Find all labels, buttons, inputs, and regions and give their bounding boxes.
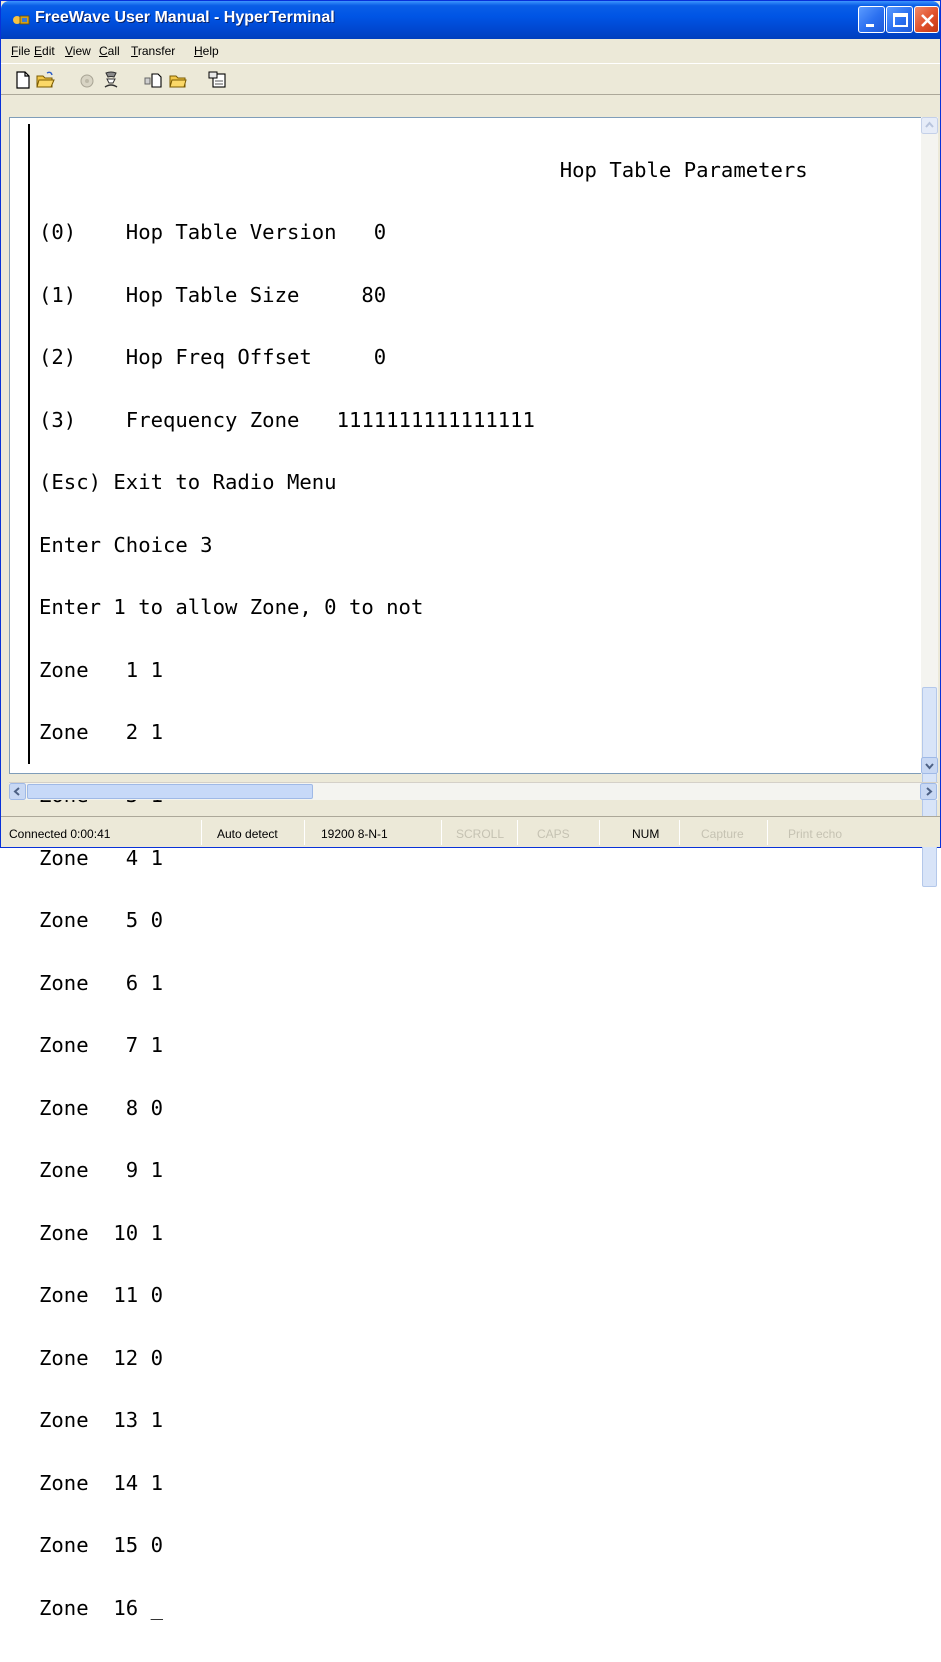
status-num: NUM	[632, 827, 660, 841]
menu-file-label: ile	[18, 44, 31, 58]
menu-call-label: all	[107, 44, 120, 58]
terminal-line: Zone 12 0	[39, 1345, 163, 1370]
dial-icon[interactable]	[101, 70, 121, 90]
menu-transfer-accel: T	[131, 44, 138, 58]
status-divider	[599, 820, 600, 845]
terminal-line: Zone 4 1	[39, 845, 163, 870]
status-divider	[441, 820, 442, 845]
title-bar[interactable]: FreeWave User Manual - HyperTerminal	[1, 1, 940, 39]
disconnect-icon[interactable]	[77, 70, 97, 90]
menu-bar: File Edit View Call Transfer Help	[1, 39, 940, 63]
terminal-line: Zone 13 1	[39, 1408, 163, 1433]
terminal-line: Enter Choice 3	[39, 532, 213, 557]
terminal-line: Zone 10 1	[39, 1220, 163, 1245]
terminal-area[interactable]: Hop Table Parameters (0) Hop Table Versi…	[9, 117, 938, 1618]
terminal-line: Zone 2 1	[39, 720, 163, 745]
maximize-button[interactable]	[886, 6, 913, 33]
menu-file[interactable]: File	[11, 44, 30, 58]
horizontal-scroll-thumb[interactable]	[27, 784, 313, 799]
window-title: FreeWave User Manual - HyperTerminal	[35, 9, 335, 26]
new-connection-icon[interactable]	[13, 70, 33, 90]
terminal-line: (3) Frequency Zone 1111111111111111	[39, 407, 535, 432]
terminal-line: Enter 1 to allow Zone, 0 to not	[39, 595, 424, 620]
terminal-line: Hop Table Parameters	[39, 157, 808, 182]
menu-view-accel: V	[65, 44, 73, 58]
status-divider	[679, 820, 680, 845]
hyperterminal-window: FreeWave User Manual - HyperTerminal Fil…	[0, 0, 941, 1618]
scroll-right-icon[interactable]	[920, 783, 937, 800]
menu-transfer[interactable]: Transfer	[131, 44, 175, 58]
properties-icon[interactable]	[207, 70, 227, 90]
menu-help[interactable]: Help	[194, 44, 219, 58]
menu-view-label: iew	[72, 44, 91, 58]
status-settings: 19200 8-N-1	[321, 827, 388, 841]
status-divider	[201, 820, 202, 845]
menu-call-accel: C	[99, 44, 108, 58]
terminal-line: (Esc) Exit to Radio Menu	[39, 470, 337, 495]
minimize-button[interactable]	[858, 6, 885, 33]
status-connected: Connected 0:00:41	[9, 827, 111, 841]
status-detect: Auto detect	[217, 827, 278, 841]
toolbar	[1, 63, 940, 95]
maximize-icon	[893, 13, 908, 27]
terminal-output: Hop Table Parameters (0) Hop Table Versi…	[39, 118, 808, 1660]
status-divider	[517, 820, 518, 845]
vertical-scrollbar[interactable]	[921, 117, 938, 887]
menu-transfer-label: ransfer	[137, 44, 176, 58]
status-bar: Connected 0:00:41 Auto detect 19200 8-N-…	[1, 816, 940, 847]
status-capture: Capture	[701, 827, 744, 841]
menu-help-accel: H	[194, 44, 203, 58]
scroll-left-icon[interactable]	[9, 783, 26, 800]
terminal-line: Zone 15 0	[39, 1533, 163, 1558]
horizontal-scrollbar[interactable]	[9, 782, 938, 800]
terminal-line: (0) Hop Table Version 0	[39, 220, 387, 245]
close-button[interactable]	[914, 6, 939, 33]
hyperterminal-app-icon	[13, 15, 30, 25]
status-caps: CAPS	[537, 827, 570, 841]
terminal-line: Zone 1 1	[39, 657, 163, 682]
menu-view[interactable]: View	[65, 44, 91, 58]
close-icon	[921, 14, 934, 27]
status-divider	[767, 820, 768, 845]
minimize-icon	[866, 24, 874, 27]
menu-edit-label: dit	[42, 44, 55, 58]
terminal-line: Zone 16 _	[39, 1595, 163, 1620]
menu-call[interactable]: Call	[99, 44, 120, 58]
menu-edit[interactable]: Edit	[34, 44, 55, 58]
status-divider	[304, 820, 305, 845]
terminal-line: Zone 11 0	[39, 1283, 163, 1308]
receive-icon[interactable]	[167, 70, 187, 90]
status-scroll: SCROLL	[456, 827, 505, 841]
terminal-line: Zone 14 1	[39, 1470, 163, 1495]
scroll-up-icon[interactable]	[921, 117, 938, 134]
send-icon[interactable]	[143, 70, 163, 90]
terminal-line: Zone 7 1	[39, 1033, 163, 1058]
terminal-line: Zone 9 1	[39, 1158, 163, 1183]
terminal-line: (2) Hop Freq Offset 0	[39, 345, 387, 370]
terminal-line: Zone 6 1	[39, 970, 163, 995]
terminal-line: Zone 5 0	[39, 908, 163, 933]
status-print-echo: Print echo	[788, 827, 843, 841]
terminal-left-margin	[28, 124, 30, 764]
menu-help-label: elp	[202, 44, 219, 58]
menu-edit-accel: E	[34, 44, 43, 58]
scroll-down-icon[interactable]	[921, 757, 938, 774]
open-icon[interactable]	[35, 70, 55, 90]
terminal-line: (1) Hop Table Size 80	[39, 282, 387, 307]
terminal-line: Zone 8 0	[39, 1095, 163, 1120]
